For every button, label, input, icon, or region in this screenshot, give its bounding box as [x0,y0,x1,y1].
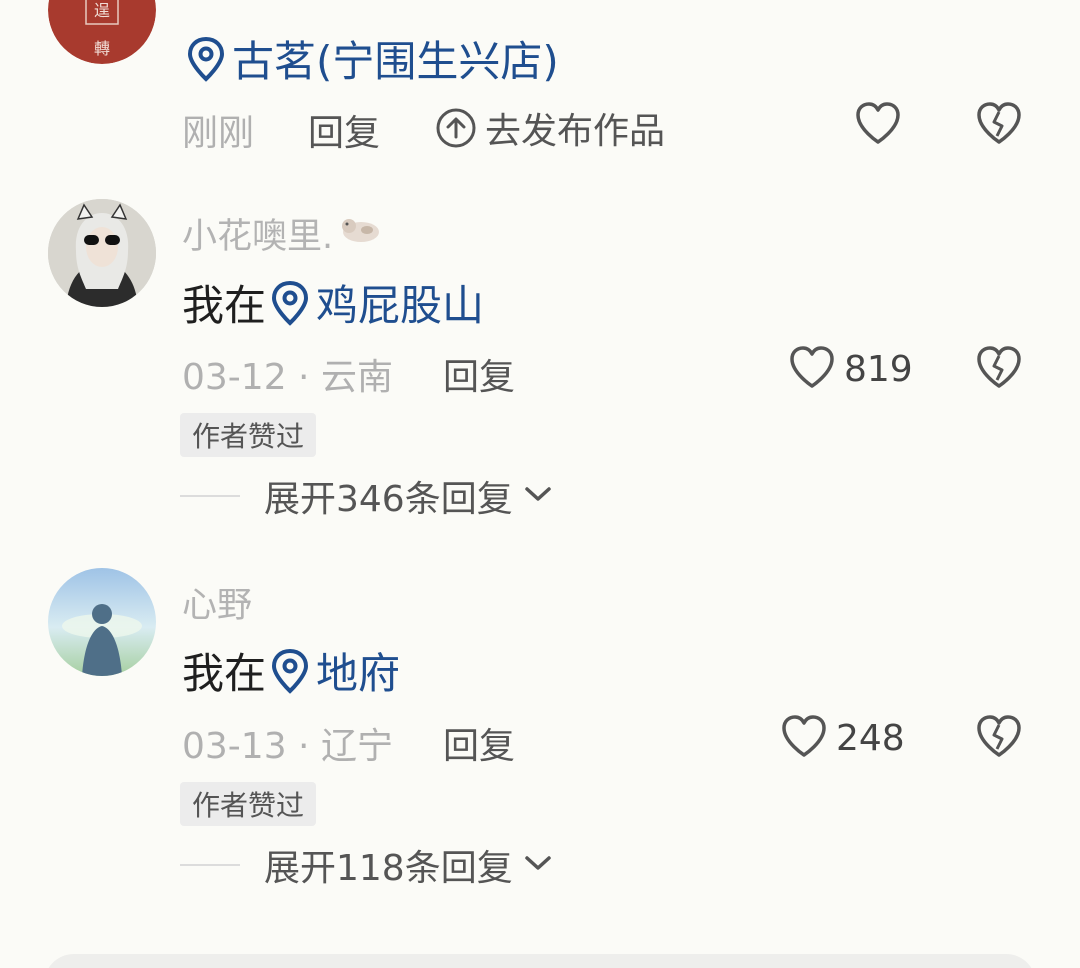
reply-button[interactable]: 回复 [443,717,515,769]
comment-input-bar[interactable] [44,954,1036,968]
location-pin-icon [186,36,226,82]
location-link[interactable]: 地府 [316,640,400,701]
username[interactable]: 小花噢里. [182,208,385,259]
broken-heart-icon [975,346,1023,394]
upload-circle-icon [435,107,477,149]
comment-time: 刚刚 [182,113,255,154]
svg-text:逞: 逞 [94,1,110,20]
chevron-down-icon [523,853,553,877]
location-link[interactable]: 鸡屁股山 [316,272,484,333]
broken-heart-icon [975,102,1023,150]
dislike-button[interactable] [975,713,1023,763]
comment-time: 03-13 · 辽宁 [182,726,393,767]
username-text: 小花噢里. [182,217,334,257]
divider [180,495,240,497]
like-button[interactable]: 248 [780,713,905,763]
expand-replies-label: 展开118条回复 [264,848,513,889]
expand-replies-button[interactable]: 展开118条回复 [180,839,553,891]
broken-heart-icon [975,715,1023,763]
heart-icon [788,344,836,394]
username[interactable]: 心野 [182,577,252,628]
divider [180,864,240,866]
comment-prefix: 我在 [182,281,267,330]
chevron-down-icon [523,484,553,508]
expand-replies-button[interactable]: 展开346条回复 [180,470,553,522]
reply-button[interactable]: 回复 [308,104,380,156]
reply-button[interactable]: 回复 [443,348,515,400]
comment-time: 03-12 · 云南 [182,357,393,398]
dislike-button[interactable] [975,100,1023,150]
heart-icon [780,713,828,763]
svg-text:轉: 轉 [94,39,110,58]
comment-content: 我在 地府 [182,640,400,701]
expand-replies-label: 展开346条回复 [264,479,513,520]
like-button[interactable] [854,100,902,150]
location-pin-icon [270,648,310,694]
dislike-button[interactable] [975,344,1023,394]
avatar[interactable] [48,568,156,676]
avatar[interactable] [48,199,156,307]
publish-label: 去发布作品 [485,111,666,152]
location-link[interactable]: 古茗(宁围生兴店) [232,28,559,89]
like-count: 248 [836,717,905,759]
like-button[interactable]: 819 [788,344,913,394]
comment-content: 古茗(宁围生兴店) [182,28,559,89]
author-liked-badge: 作者赞过 [180,413,317,457]
comment-content: 我在 鸡屁股山 [182,272,484,333]
location-pin-icon [270,280,310,326]
author-liked-badge: 作者赞过 [180,782,317,826]
comment-list: 逞 轉 古茗(宁围生兴店) 刚刚 回复 去发布作品 小花噢里. 我在 鸡屁股山 … [0,0,1080,968]
like-count: 819 [844,348,913,390]
publish-work-button[interactable]: 去发布作品 [435,102,665,154]
otter-emoji-icon [337,212,385,255]
comment-prefix: 我在 [182,649,267,698]
heart-icon [854,100,902,150]
avatar[interactable]: 逞 轉 [48,0,156,64]
